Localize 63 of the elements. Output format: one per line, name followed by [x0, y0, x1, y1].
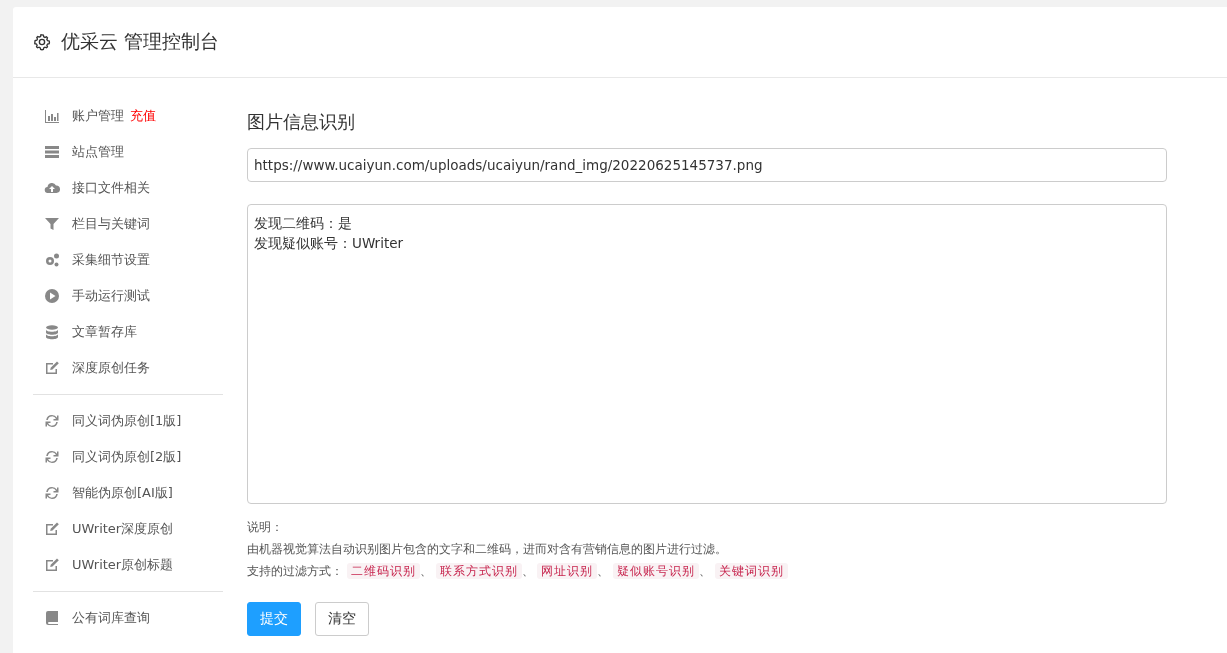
method-tag: 二维码识别	[346, 563, 420, 579]
refresh-icon	[44, 413, 60, 429]
sidebar-item[interactable]: 同义词伪原创[2版]	[33, 439, 223, 475]
separator: 、	[699, 564, 712, 578]
sidebar-item-label: 账户管理	[72, 107, 124, 125]
sidebar-item-label: 栏目与关键词	[72, 215, 150, 233]
sidebar-item-label: 公有词库查询	[72, 609, 150, 627]
separator: 、	[419, 564, 432, 578]
book-icon	[44, 610, 60, 626]
clear-button[interactable]: 清空	[315, 602, 369, 636]
url-field[interactable]: https://www.ucaiyun.com/uploads/ucaiyun/rand_img/20220625145737.png	[247, 148, 1167, 182]
sidebar-item-label: 同义词伪原创[2版]	[72, 448, 182, 466]
sidebar-item[interactable]: 公有词库查询	[33, 600, 223, 636]
section-title: 图片信息识别	[247, 110, 356, 134]
sidebar-item[interactable]: 栏目与关键词	[33, 206, 223, 242]
database-icon	[44, 324, 60, 340]
sidebar-item-label: 同义词伪原创[1版]	[72, 412, 182, 430]
result-line: 发现二维码：是	[254, 214, 353, 233]
sidebar-item-label: 文章暂存库	[72, 323, 137, 341]
console-title: 优采云 管理控制台	[61, 29, 220, 54]
edit-icon	[44, 521, 60, 537]
method-tag: 网址识别	[537, 563, 598, 579]
sidebar-item-label: 深度原创任务	[72, 359, 150, 377]
settings-icon	[33, 33, 51, 51]
method-tag: 疑似账号识别	[613, 563, 700, 579]
cloud-upload-icon	[44, 180, 60, 196]
sidebar-item[interactable]: 账户管理 充值	[33, 98, 223, 134]
result-field[interactable]: 发现二维码：是 发现疑似账号：UWriter	[247, 204, 1167, 504]
method-tag: 联系方式识别	[435, 563, 522, 579]
sidebar-item[interactable]: 采集细节设置	[33, 242, 223, 278]
filter-icon	[44, 216, 60, 232]
bar-chart-icon	[44, 108, 60, 124]
sidebar-item[interactable]: 接口文件相关	[33, 170, 223, 206]
sidebar-item[interactable]: 站点管理	[33, 134, 223, 170]
notes-heading: 说明：	[247, 519, 284, 536]
sidebar-item-label: UWriter深度原创	[72, 520, 174, 538]
server-icon	[44, 144, 60, 160]
refresh-icon	[44, 449, 60, 465]
sidebar-item-label: 站点管理	[72, 143, 124, 161]
methods-label: 支持的过滤方式：	[247, 564, 343, 578]
description-text: 由机器视觉算法自动识别图片包含的文字和二维码，进而对含有营销信息的图片进行过滤。	[247, 541, 728, 558]
refresh-icon	[44, 485, 60, 501]
edit-icon	[44, 557, 60, 573]
gears-icon	[44, 252, 60, 268]
edit-icon	[44, 360, 60, 376]
sidebar-item-label: UWriter原创标题	[72, 556, 174, 574]
sidebar-item[interactable]: UWriter原创标题	[33, 547, 223, 583]
result-line: 发现疑似账号：UWriter	[254, 234, 405, 253]
sidebar-item[interactable]: 手动运行测试	[33, 278, 223, 314]
sidebar-item[interactable]: 智能伪原创[AI版]	[33, 475, 223, 511]
sidebar-item[interactable]: 同义词伪原创[1版]	[33, 403, 223, 439]
sidebar-item[interactable]: 文章暂存库	[33, 314, 223, 350]
sidebar-item-label: 智能伪原创[AI版]	[72, 484, 173, 502]
method-tag: 关键词识别	[715, 563, 789, 579]
sidebar-item-label: 手动运行测试	[72, 287, 150, 305]
separator: 、	[597, 564, 610, 578]
sidebar-item[interactable]: 深度原创任务	[33, 350, 223, 386]
sidebar-item-label: 接口文件相关	[72, 179, 150, 197]
sidebar-item[interactable]: UWriter深度原创	[33, 511, 223, 547]
separator: 、	[521, 564, 534, 578]
play-icon	[44, 288, 60, 304]
recharge-link[interactable]: 充值	[130, 107, 156, 125]
sidebar-item-label: 采集细节设置	[72, 251, 150, 269]
